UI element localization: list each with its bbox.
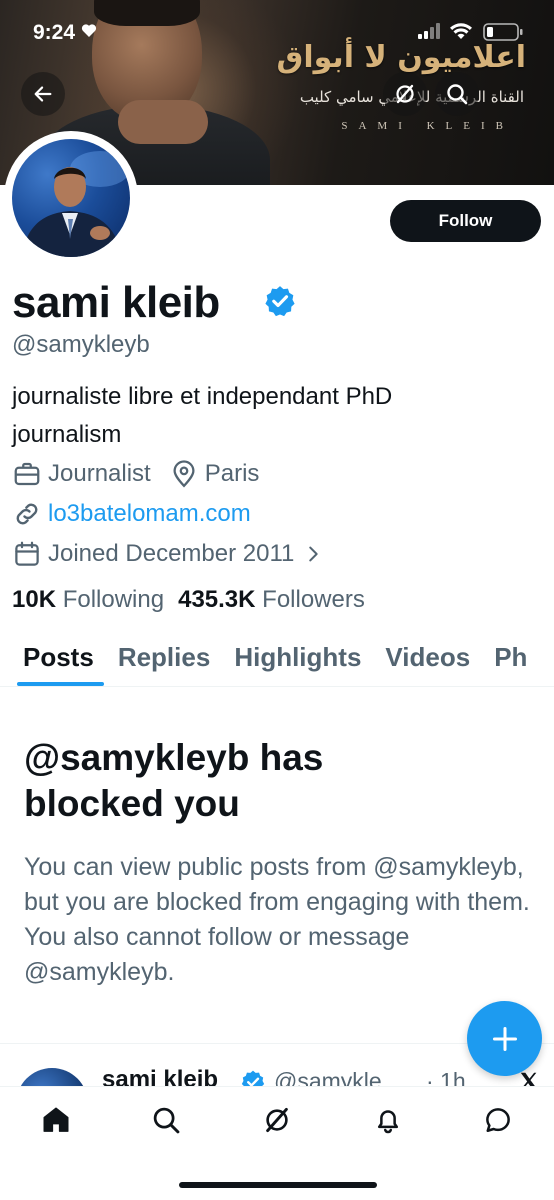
briefcase-icon: [14, 462, 40, 486]
profession-label: Journalist: [48, 460, 151, 487]
location-pin-icon: [173, 460, 195, 488]
profile-bio: journaliste libre et independant PhD jou…: [12, 378, 532, 454]
blocked-title-line: blocked you: [24, 783, 240, 824]
avatar[interactable]: [12, 139, 130, 257]
back-button[interactable]: [21, 72, 65, 116]
link-icon: [16, 503, 38, 525]
search-icon: [153, 1107, 180, 1134]
display-name: sami kleib: [12, 278, 220, 327]
wifi-icon: [450, 23, 472, 39]
home-icon: [43, 1107, 69, 1132]
profile-handle: @samykleyb: [12, 331, 150, 358]
banner-signature: SAMI KLEIB: [341, 120, 514, 132]
bio-line: journaliste libre et independant PhD: [12, 383, 393, 410]
verified-badge-icon: [265, 286, 295, 317]
signal-icon: [418, 23, 440, 39]
tab-highlights[interactable]: Highlights: [222, 628, 373, 686]
calendar-icon: [15, 541, 39, 566]
compose-post-button[interactable]: [467, 1001, 542, 1076]
following-label: Following: [62, 586, 165, 613]
status-icons: [418, 20, 528, 44]
joined-row[interactable]: Joined December 2011: [12, 539, 324, 569]
tabs-divider: [0, 686, 554, 687]
status-time: 9:24: [33, 21, 97, 45]
followers-stat[interactable]: 435.3K Followers: [178, 586, 365, 614]
search-button[interactable]: [435, 72, 479, 116]
location-label: Paris: [204, 460, 260, 487]
avatar-figure: [22, 151, 130, 257]
tab-photos[interactable]: Ph: [482, 628, 539, 686]
tab-videos[interactable]: Videos: [373, 628, 482, 686]
nav-search[interactable]: [150, 1104, 182, 1136]
following-count: 10K: [12, 586, 57, 613]
blocked-title: @samykleyb has blocked you: [24, 735, 534, 827]
bio-line: journalism: [12, 421, 122, 448]
blocked-title-line: @samykleyb has: [24, 737, 324, 778]
follow-stats: 10K Following 435.3K Followers: [12, 586, 365, 614]
search-icon: [447, 84, 468, 105]
joined-date: Joined December 2011: [48, 540, 295, 567]
status-time-text: 9:24: [33, 21, 76, 44]
tab-posts[interactable]: Posts: [0, 628, 106, 686]
arrow-left-icon: [34, 86, 52, 102]
grok-icon: [396, 84, 414, 104]
banner-title: اعلاميون لا أبواق: [276, 40, 526, 75]
nav-home[interactable]: [40, 1104, 72, 1136]
tab-replies[interactable]: Replies: [106, 628, 223, 686]
battery-icon: [483, 23, 523, 41]
grok-icon: [266, 1107, 288, 1133]
blocked-description: You can view public posts from @samykley…: [24, 853, 530, 986]
chevron-right-icon: [309, 546, 319, 562]
grok-button[interactable]: [383, 72, 427, 116]
follow-button[interactable]: Follow: [390, 200, 541, 242]
nav-grok[interactable]: [261, 1104, 293, 1136]
nav-notifications[interactable]: [372, 1104, 404, 1136]
nav-messages[interactable]: [482, 1104, 514, 1136]
banner-figure-hands: [118, 100, 208, 144]
banner-figure-hair: [94, 0, 200, 26]
bell-icon: [378, 1110, 398, 1134]
profile-tabs: Posts Replies Highlights Videos Ph: [0, 628, 554, 686]
following-stat[interactable]: 10K Following: [12, 586, 164, 614]
followers-count: 435.3K: [178, 586, 256, 613]
messages-icon: [486, 1108, 510, 1132]
website-row[interactable]: lo3batelomam.com: [12, 499, 251, 529]
heart-icon: [81, 24, 96, 37]
profile-meta-row: Journalist Paris: [12, 459, 259, 489]
plus-icon: [492, 1026, 517, 1051]
website-link[interactable]: lo3batelomam.com: [48, 500, 251, 528]
home-indicator: [179, 1182, 377, 1188]
followers-label: Followers: [262, 586, 365, 613]
